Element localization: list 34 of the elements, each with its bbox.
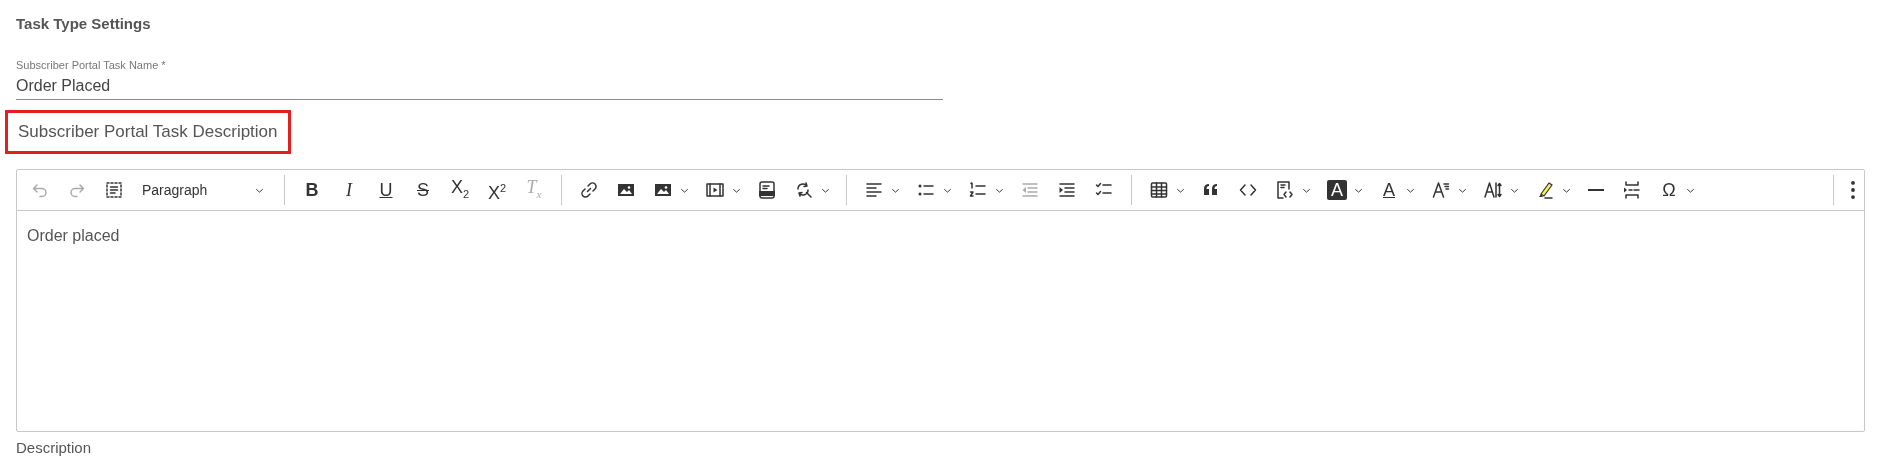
description-label: Subscriber Portal Task Description [5,110,291,154]
paragraph-text: Order placed [27,227,120,245]
special-characters-button[interactable]: Ω [1654,174,1699,206]
align-left-icon [864,180,884,200]
text-field[interactable]: Subscriber Portal Task Name * Order Placed [16,59,943,100]
field-label: Subscriber Portal Task Name * [16,59,166,72]
section-title: Task Type Settings [16,15,152,33]
source-code-icon [1275,180,1295,200]
field-label: Description [16,439,93,456]
bold-button[interactable]: B [297,174,327,206]
font-background-button[interactable]: A [1322,174,1367,206]
superscript-button[interactable]: X$^{2}$ [482,174,512,206]
html-embed-icon [757,180,777,200]
underline-button[interactable]: U [371,174,401,206]
find-replace-icon [794,180,814,200]
outdent-icon [1020,180,1040,200]
indent-icon [1057,180,1077,200]
font-color-button[interactable]: A [1374,174,1419,206]
line-height-icon [1483,180,1503,200]
field-value: Order Placed [16,76,111,96]
more-vertical-icon [1851,181,1855,199]
heading-dropdown[interactable]: Paragraph [136,174,272,206]
select-all-icon [104,180,124,200]
page-break-icon [1622,180,1642,200]
editor-content[interactable]: Order placed [17,211,1864,431]
italic-button[interactable]: I [334,174,364,206]
numbered-list-icon [968,180,988,200]
video-icon [705,180,725,200]
strikethrough-button[interactable]: S [408,174,438,206]
table-icon [1149,180,1169,200]
subscript-button[interactable]: X$_{2}$ [445,174,475,206]
horizontal-line-icon [1587,189,1605,191]
font-size-icon [1431,180,1451,200]
link-icon [579,180,599,200]
